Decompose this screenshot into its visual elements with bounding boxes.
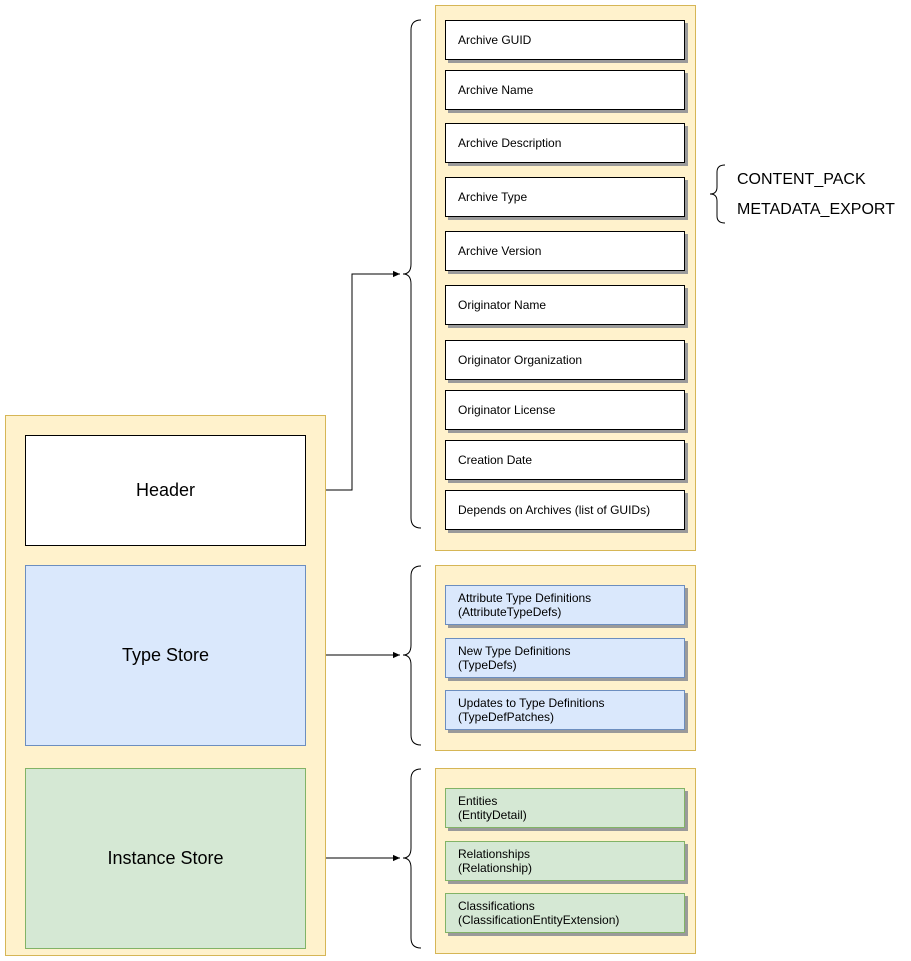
header-fields-brace: [402, 19, 422, 529]
field-sublabel: (TypeDefPatches): [458, 710, 555, 724]
instance-store-section-box: Instance Store: [25, 768, 306, 949]
field-label: Relationships: [458, 847, 531, 861]
header-field-archive-name: Archive Name: [445, 70, 685, 110]
instance-store-field-entities: Entities (EntityDetail): [445, 788, 685, 828]
header-field-originator-organization: Originator Organization: [445, 340, 685, 380]
field-label: Archive Type: [458, 190, 528, 204]
field-label: Attribute Type Definitions: [458, 591, 592, 605]
field-sublabel: (TypeDefs): [458, 658, 517, 672]
field-label: Updates to Type Definitions: [458, 696, 605, 710]
field-sublabel: (AttributeTypeDefs): [458, 605, 562, 619]
type-store-section-box: Type Store: [25, 565, 306, 746]
header-field-originator-license: Originator License: [445, 390, 685, 430]
field-label: Depends on Archives (list of GUIDs): [458, 503, 651, 517]
type-store-field-attribute-type-defs: Attribute Type Definitions (AttributeTyp…: [445, 585, 685, 625]
type-store-field-typedefs: New Type Definitions (TypeDefs): [445, 638, 685, 678]
field-sublabel: (ClassificationEntityExtension): [458, 913, 620, 927]
field-label: Originator Organization: [458, 353, 583, 367]
field-label: Originator Name: [458, 298, 547, 312]
field-label: Entities: [458, 794, 498, 808]
type-store-brace: [402, 565, 422, 746]
header-section-box: Header: [25, 435, 306, 546]
field-label: Archive GUID: [458, 33, 532, 47]
type-store-section-label: Type Store: [121, 645, 210, 665]
field-label: Archive Version: [458, 244, 542, 258]
type-store-field-typedef-patches: Updates to Type Definitions (TypeDefPatc…: [445, 690, 685, 730]
header-field-archive-version: Archive Version: [445, 231, 685, 271]
header-field-creation-date: Creation Date: [445, 440, 685, 480]
header-field-archive-guid: Archive GUID: [445, 20, 685, 60]
field-sublabel: (Relationship): [458, 861, 533, 875]
field-label: New Type Definitions: [458, 644, 571, 658]
header-field-originator-name: Originator Name: [445, 285, 685, 325]
instance-store-brace: [402, 768, 422, 949]
instance-store-field-relationships: Relationships (Relationship): [445, 841, 685, 881]
instance-store-section-label: Instance Store: [107, 848, 224, 868]
field-label: Classifications: [458, 899, 535, 913]
archive-type-value-metadata-export: METADATA_EXPORT: [737, 201, 895, 218]
field-label: Creation Date: [458, 453, 533, 467]
field-label: Archive Description: [458, 136, 562, 150]
instance-store-field-classifications: Classifications (ClassificationEntityExt…: [445, 893, 685, 933]
header-section-label: Header: [135, 480, 196, 500]
header-field-archive-type: Archive Type: [445, 177, 685, 217]
header-field-archive-description: Archive Description: [445, 123, 685, 163]
archive-type-value-content-pack: CONTENT_PACK: [737, 171, 866, 188]
header-field-depends-on-archives: Depends on Archives (list of GUIDs): [445, 490, 685, 530]
field-label: Originator License: [458, 403, 556, 417]
field-label: Archive Name: [458, 83, 534, 97]
field-sublabel: (EntityDetail): [458, 808, 527, 822]
archive-type-values-brace: [709, 164, 726, 224]
